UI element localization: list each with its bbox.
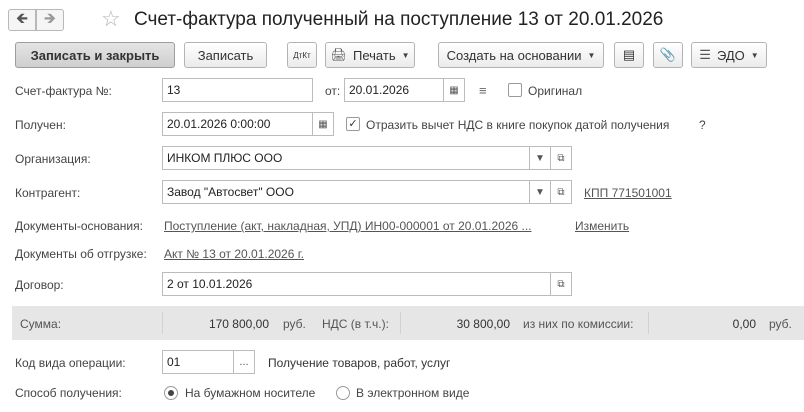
- back-button[interactable]: 🡸: [8, 9, 36, 31]
- sum-value: 170 800,00: [208, 317, 269, 331]
- document-history-icon[interactable]: ≡: [479, 83, 487, 98]
- original-checkbox[interactable]: [508, 83, 522, 97]
- star-icon[interactable]: ☆: [101, 7, 121, 31]
- invoice-number-field[interactable]: 13: [162, 78, 313, 102]
- arrow-right-icon: 🡺: [43, 9, 57, 27]
- calendar-icon[interactable]: ▦: [312, 112, 334, 136]
- select-button[interactable]: ...: [233, 350, 255, 374]
- open-icon[interactable]: ⧉: [550, 180, 572, 204]
- received-label: Получен:: [15, 118, 66, 132]
- contract-field[interactable]: 2 от 10.01.2026: [162, 272, 551, 296]
- chevron-down-icon: ▼: [587, 50, 596, 60]
- contractor-label: Контрагент:: [15, 186, 81, 200]
- save-button[interactable]: Записать: [184, 42, 267, 68]
- base-documents-label: Документы-основания:: [15, 219, 143, 233]
- operation-description: Получение товаров, работ, услуг: [268, 356, 451, 370]
- chevron-down-icon: ▼: [750, 50, 759, 60]
- operation-code-field[interactable]: 01: [162, 350, 234, 374]
- contract-label: Договор:: [15, 278, 64, 292]
- save-and-close-button[interactable]: Записать и закрыть: [15, 42, 175, 68]
- sum-currency: руб.: [283, 317, 306, 331]
- invoice-date-field[interactable]: 20.01.2026: [344, 78, 444, 102]
- calendar-icon[interactable]: ▦: [443, 78, 465, 102]
- edo-button[interactable]: ☰ ЭДО ▼: [691, 42, 767, 68]
- operation-code-label: Код вида операции:: [15, 356, 126, 370]
- commission-label: из них по комиссии:: [523, 317, 634, 331]
- original-label: Оригинал: [528, 84, 583, 98]
- document-structure-button[interactable]: ▤: [614, 42, 644, 68]
- print-button[interactable]: 🖨 Печать ▼: [325, 42, 415, 68]
- print-label: Печать: [353, 47, 396, 63]
- received-datetime-field[interactable]: 20.01.2026 0:00:00: [162, 112, 313, 136]
- open-icon[interactable]: ⧉: [550, 146, 572, 170]
- page-title: Счет-фактура полученный на поступление 1…: [134, 9, 664, 30]
- create-based-on-button[interactable]: Создать на основании ▼: [438, 42, 604, 68]
- dt-kt-icon: ДтКт: [293, 50, 311, 60]
- chevron-down-icon: ▼: [401, 50, 410, 60]
- sum-label: Сумма:: [20, 317, 62, 331]
- structure-icon: ▤: [622, 47, 636, 62]
- invoice-date-label: от:: [325, 84, 341, 98]
- vat-reflect-label: Отразить вычет НДС в книге покупок датой…: [366, 118, 670, 132]
- create-based-on-label: Создать на основании: [446, 47, 582, 63]
- organization-label: Организация:: [15, 152, 91, 166]
- invoice-number-label: Счет-фактура №:: [15, 84, 112, 98]
- vat-reflect-checkbox[interactable]: ✓: [346, 117, 360, 131]
- edo-label: ЭДО: [716, 47, 745, 63]
- help-icon[interactable]: ?: [699, 117, 706, 133]
- organization-field[interactable]: ИНКОМ ПЛЮС ООО: [162, 146, 530, 170]
- paperclip-icon: 📎: [659, 47, 677, 62]
- commission-value: 0,00: [732, 317, 756, 331]
- receive-method-label: Способ получения:: [15, 386, 122, 400]
- attachments-button[interactable]: 📎: [653, 42, 683, 68]
- open-icon[interactable]: ⧉: [550, 272, 572, 296]
- arrow-left-icon: 🡸: [15, 9, 29, 27]
- radio-paper-label: На бумажном носителе: [185, 386, 316, 400]
- dt-kt-button[interactable]: ДтКт: [287, 42, 317, 68]
- printer-icon: 🖨: [330, 47, 347, 62]
- shipment-documents-link[interactable]: Акт № 13 от 20.01.2026 г.: [164, 246, 304, 262]
- chevron-down-icon[interactable]: ▼: [529, 146, 551, 170]
- edo-icon: ☰: [699, 47, 711, 62]
- forward-button[interactable]: 🡺: [36, 9, 64, 31]
- shipment-documents-label: Документы об отгрузке:: [15, 247, 147, 261]
- radio-paper[interactable]: [164, 386, 178, 400]
- kpp-link[interactable]: КПП 771501001: [584, 185, 672, 201]
- base-documents-link[interactable]: Поступление (акт, накладная, УПД) ИН00-0…: [164, 218, 532, 234]
- vat-label: НДС (в т.ч.):: [322, 317, 389, 331]
- contractor-field[interactable]: Завод "Автосвет" ООО: [162, 180, 530, 204]
- vat-value: 30 800,00: [456, 317, 510, 331]
- radio-electronic[interactable]: [336, 386, 350, 400]
- chevron-down-icon[interactable]: ▼: [529, 180, 551, 204]
- change-link[interactable]: Изменить: [575, 218, 629, 234]
- commission-currency: руб.: [769, 317, 792, 331]
- radio-electronic-label: В электронном виде: [356, 386, 470, 400]
